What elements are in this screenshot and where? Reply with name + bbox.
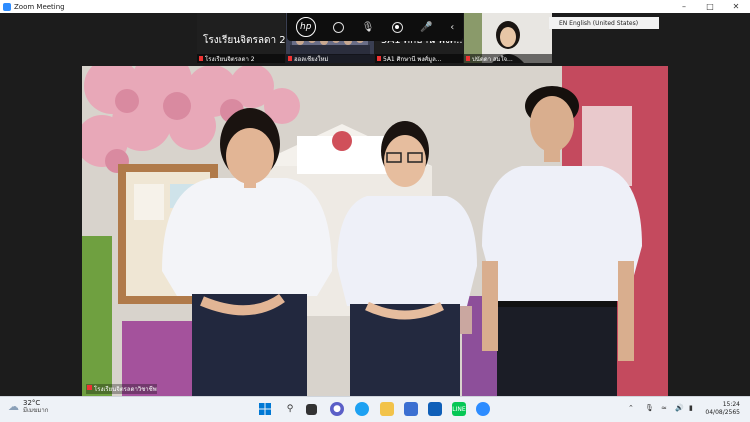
- weather-condition: มีเมฆมาก: [23, 407, 49, 414]
- collapse-chevron-icon[interactable]: ‹: [450, 22, 454, 33]
- record-icon[interactable]: [391, 21, 403, 33]
- participant-title: โรงเรียนจิตรลดา 2: [203, 35, 285, 46]
- system-clock[interactable]: 15:24 04/08/2565: [700, 401, 740, 417]
- microphone-icon[interactable]: 🎙: [362, 22, 375, 33]
- weather-temperature: 32°C: [23, 399, 41, 407]
- cloud-icon: ☁: [8, 400, 19, 413]
- maximize-button[interactable]: □: [698, 0, 722, 13]
- wifi-icon[interactable]: ≈: [661, 404, 667, 412]
- close-button[interactable]: ✕: [724, 0, 748, 13]
- meeting-stage: โรงเรียนจิตรลดา 2 โรงเรียนจิตรลดา 2 ฮอลเ…: [0, 13, 750, 396]
- participant-name: ปนัดดา สมใจ...: [464, 54, 552, 63]
- hp-logo-icon: hp: [295, 17, 316, 37]
- weather-widget[interactable]: ☁ 32°C มีเมฆมาก: [8, 399, 48, 414]
- input-language-badge[interactable]: EN English (United States): [549, 17, 659, 29]
- camera-toggle-icon[interactable]: [333, 21, 345, 33]
- microphone-tray-icon[interactable]: 🎙: [645, 404, 654, 412]
- participant-name: 5A1 ศิกษานี พงศ์มูล...: [375, 54, 463, 63]
- speaker-mic-icon[interactable]: 🎤: [420, 22, 432, 33]
- participant-name: โรงเรียนจิตรลดา 2: [197, 54, 285, 63]
- search-icon[interactable]: ⚲: [283, 402, 297, 416]
- window-title-bar: Zoom Meeting – □ ✕: [0, 0, 750, 13]
- zoom-app-icon: [3, 2, 11, 11]
- edge-browser-icon[interactable]: [355, 402, 369, 416]
- participant-thumbnail[interactable]: ปนัดดา สมใจ...: [464, 13, 552, 63]
- volume-icon[interactable]: 🔊: [675, 404, 684, 412]
- mail-icon[interactable]: [428, 402, 442, 416]
- window-title: Zoom Meeting: [14, 2, 65, 11]
- windows-start-icon[interactable]: [258, 402, 272, 416]
- clock-time: 15:24: [722, 401, 740, 408]
- store-icon[interactable]: [404, 402, 418, 416]
- chat-icon[interactable]: ●: [330, 402, 344, 416]
- classroom-scene: [82, 66, 668, 396]
- participant-thumbnail[interactable]: โรงเรียนจิตรลดา 2 โรงเรียนจิตรลดา 2: [197, 13, 285, 63]
- zoom-app-icon[interactable]: [476, 402, 490, 416]
- participant-name: ฮอลเชียงใหม่: [286, 54, 374, 63]
- hp-camera-toolbar: hp 🎙 🎤 ‹: [287, 13, 463, 41]
- chevron-up-icon[interactable]: ⌃: [628, 404, 634, 412]
- task-view-icon[interactable]: [306, 404, 317, 415]
- minimize-button[interactable]: –: [672, 0, 696, 13]
- line-app-icon[interactable]: LINE: [452, 402, 466, 416]
- speaker-name-label: โรงเรียนจิตรลดาวิชาชีพ: [86, 384, 157, 394]
- windows-taskbar: ☁ 32°C มีเมฆมาก ⚲ ● LINE ⌃ 🎙 ≈ 🔊 ▮ 15:24…: [0, 396, 750, 422]
- main-speaker-video[interactable]: โรงเรียนจิตรลดาวิชาชีพ: [82, 66, 668, 396]
- file-explorer-icon[interactable]: [380, 402, 394, 416]
- clock-date: 04/08/2565: [705, 409, 740, 416]
- battery-icon[interactable]: ▮: [689, 404, 693, 412]
